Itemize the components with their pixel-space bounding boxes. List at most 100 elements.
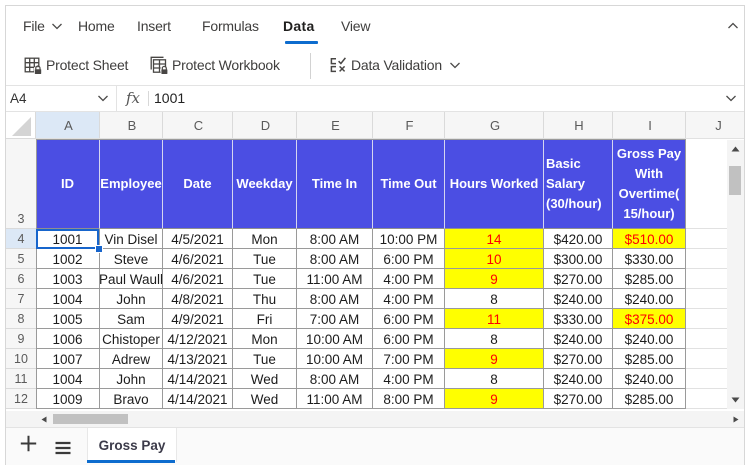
cell-D11[interactable]: Wed [233,369,297,389]
header-cell-time[interactable]: Time In [297,139,373,229]
cell-I5[interactable]: $330.00 [613,249,686,269]
cell-D6[interactable]: Tue [233,269,297,289]
cell-A12[interactable]: 1009 [36,389,100,409]
cell-I9[interactable]: $240.00 [613,329,686,349]
cell-F6[interactable]: 4:00 PM [373,269,445,289]
cell-F11[interactable]: 4:00 PM [373,369,445,389]
menu-data[interactable]: Data [283,6,315,46]
add-sheet-icon[interactable] [20,435,37,452]
cell-G12[interactable]: 9 [445,389,544,409]
cell-F7[interactable]: 4:00 PM [373,289,445,309]
cell-E12[interactable]: 11:00 AM [297,389,373,409]
cell-B8[interactable]: Sam [100,309,163,329]
cell-F9[interactable]: 6:00 PM [373,329,445,349]
scroll-down-arrow-icon[interactable] [731,397,740,403]
cell-F12[interactable]: 8:00 PM [373,389,445,409]
cell-I12[interactable]: $285.00 [613,389,686,409]
cell-A10[interactable]: 1007 [36,349,100,369]
column-header-J[interactable]: J [686,112,744,139]
cell-C10[interactable]: 4/13/2021 [163,349,233,369]
cell-C8[interactable]: 4/9/2021 [163,309,233,329]
cell-F10[interactable]: 7:00 PM [373,349,445,369]
cell-I4[interactable]: $510.00 [613,229,686,249]
cell-B10[interactable]: Adrew [100,349,163,369]
selection-fill-handle[interactable] [95,245,103,253]
cell-E7[interactable]: 8:00 AM [297,289,373,309]
cell-G5[interactable]: 10 [445,249,544,269]
cell-C12[interactable]: 4/14/2021 [163,389,233,409]
cell-D5[interactable]: Tue [233,249,297,269]
cell-D10[interactable]: Tue [233,349,297,369]
cell-I7[interactable]: $240.00 [613,289,686,309]
column-header-D[interactable]: D [233,112,297,139]
cell-C6[interactable]: 4/6/2021 [163,269,233,289]
row-header-4[interactable]: 4 [6,229,36,249]
cell-C9[interactable]: 4/12/2021 [163,329,233,349]
protect-sheet-button[interactable]: Protect Sheet [23,46,128,84]
row-header-5[interactable]: 5 [6,249,36,269]
cell-H11[interactable]: $240.00 [544,369,613,389]
cell-A6[interactable]: 1003 [36,269,100,289]
header-cell-date[interactable]: Date [163,139,233,229]
cell-G11[interactable]: 8 [445,369,544,389]
cell-H5[interactable]: $300.00 [544,249,613,269]
menu-insert[interactable]: Insert [137,6,171,46]
cell-G7[interactable]: 8 [445,289,544,309]
column-header-F[interactable]: F [373,112,445,139]
vertical-scrollbar[interactable] [727,140,744,409]
column-header-I[interactable]: I [613,112,686,139]
scroll-left-arrow-icon[interactable] [41,416,47,423]
cell-F8[interactable]: 6:00 PM [373,309,445,329]
cell-G8[interactable]: 11 [445,309,544,329]
cell-D4[interactable]: Mon [233,229,297,249]
cell-E8[interactable]: 7:00 AM [297,309,373,329]
cell-D7[interactable]: Thu [233,289,297,309]
cell-A5[interactable]: 1002 [36,249,100,269]
row-header-3[interactable]: 3 [6,139,36,229]
cell-D9[interactable]: Mon [233,329,297,349]
formula-input[interactable]: 1001 [154,86,185,111]
header-cell-id[interactable]: ID [36,139,100,229]
column-header-H[interactable]: H [544,112,613,139]
menu-home[interactable]: Home [78,6,115,46]
cell-G4[interactable]: 14 [445,229,544,249]
cell-F4[interactable]: 10:00 PM [373,229,445,249]
cell-H6[interactable]: $270.00 [544,269,613,289]
cell-I10[interactable]: $285.00 [613,349,686,369]
cell-I6[interactable]: $285.00 [613,269,686,289]
cell-E6[interactable]: 11:00 AM [297,269,373,289]
cell-A11[interactable]: 1004 [36,369,100,389]
cell-A8[interactable]: 1005 [36,309,100,329]
header-cell-weekday[interactable]: Weekday [233,139,297,229]
cell-C5[interactable]: 4/6/2021 [163,249,233,269]
cell-G9[interactable]: 8 [445,329,544,349]
cell-I8[interactable]: $375.00 [613,309,686,329]
fx-icon[interactable]: fx [126,86,140,111]
header-cell-employee[interactable]: Employee [100,139,163,229]
cell-E10[interactable]: 10:00 AM [297,349,373,369]
protect-workbook-button[interactable]: Protect Workbook [149,46,280,84]
cell-F5[interactable]: 6:00 PM [373,249,445,269]
cell-C4[interactable]: 4/5/2021 [163,229,233,249]
cell-H9[interactable]: $240.00 [544,329,613,349]
data-validation-button[interactable]: Data Validation [328,46,461,84]
horizontal-scroll-thumb[interactable] [53,414,128,424]
cell-I11[interactable]: $240.00 [613,369,686,389]
name-box[interactable]: A4 [10,86,27,111]
cell-A9[interactable]: 1006 [36,329,100,349]
cell-E9[interactable]: 10:00 AM [297,329,373,349]
menu-formulas[interactable]: Formulas [202,6,259,46]
cell-B11[interactable]: John [100,369,163,389]
cell-H7[interactable]: $240.00 [544,289,613,309]
cell-A7[interactable]: 1004 [36,289,100,309]
sheet-list-menu-icon[interactable] [55,441,71,455]
cell-E11[interactable]: 8:00 AM [297,369,373,389]
collapse-toolbar-chevron-up-icon[interactable] [725,18,741,34]
cell-B7[interactable]: John [100,289,163,309]
horizontal-scrollbar[interactable] [6,411,744,427]
cell-E4[interactable]: 8:00 AM [297,229,373,249]
row-header-7[interactable]: 7 [6,289,36,309]
cell-C7[interactable]: 4/8/2021 [163,289,233,309]
menu-file[interactable]: File [23,6,63,46]
row-header-8[interactable]: 8 [6,309,36,329]
